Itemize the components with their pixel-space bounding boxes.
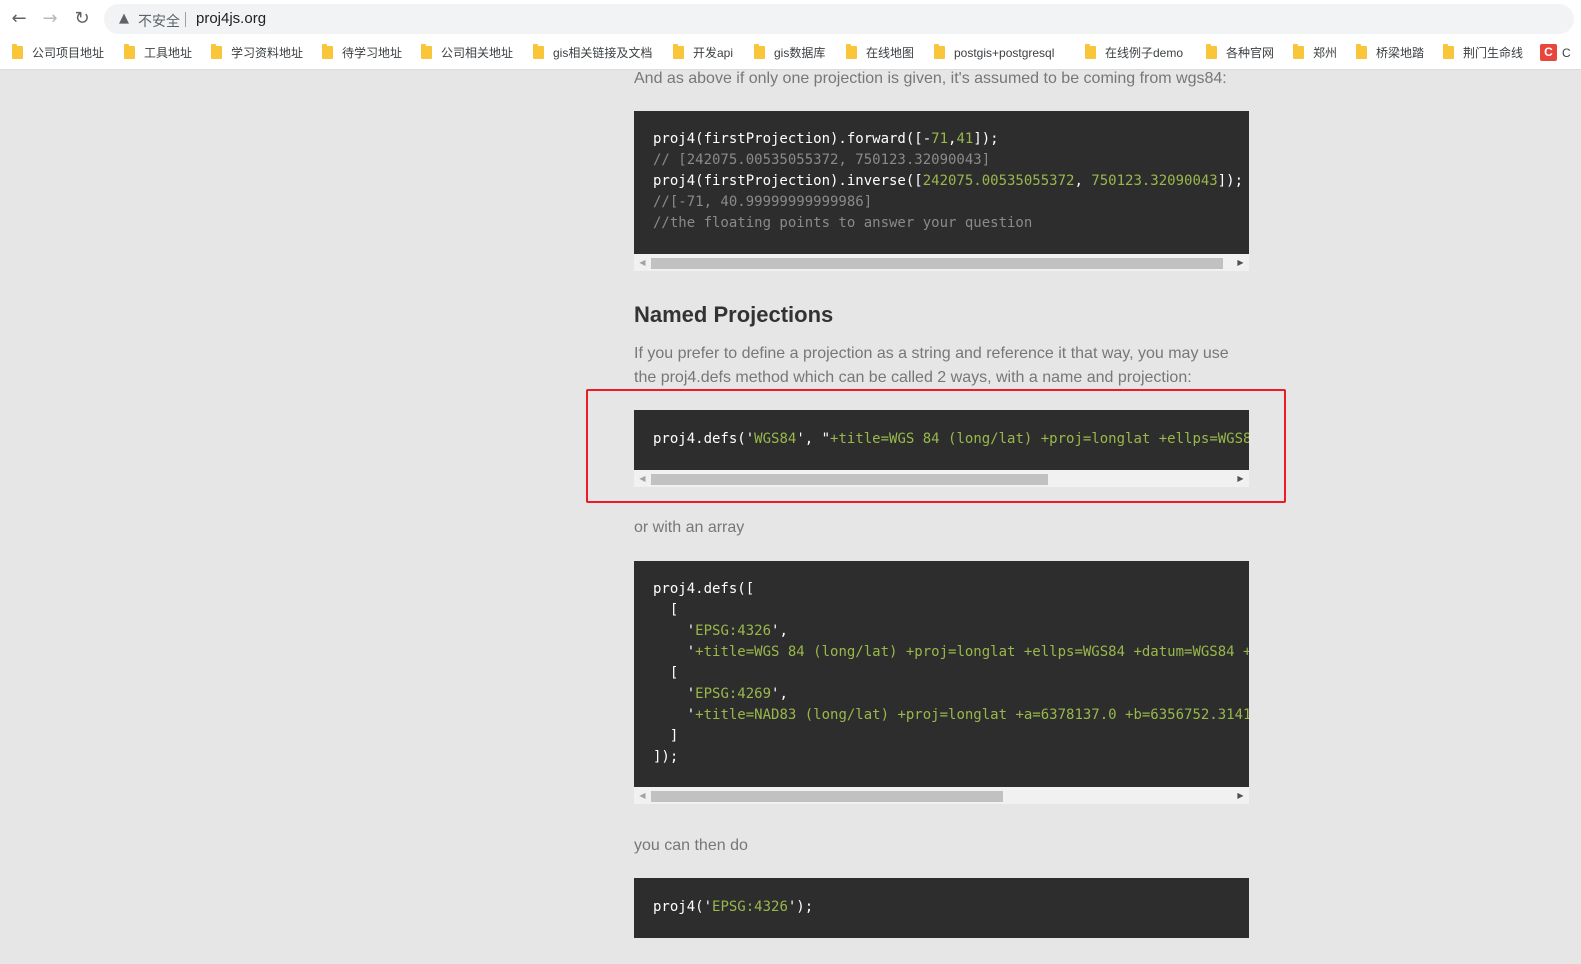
bookmark-folder[interactable]: 待学习地址 [322, 44, 402, 62]
folder-icon [211, 44, 222, 59]
code-text: proj4(firstProjection).forward([-71,41])… [653, 131, 1244, 231]
bookmark-folder[interactable]: 在线地图 [846, 44, 914, 62]
url-text[interactable]: proj4js.org [196, 10, 266, 27]
folder-icon [322, 44, 333, 59]
scrollbar-thumb[interactable] [651, 258, 1223, 269]
array-paragraph: or with an array [634, 519, 745, 536]
folder-icon [846, 44, 857, 59]
section-heading: Named Projections [634, 302, 834, 327]
bookmark-folder[interactable]: gis数据库 [754, 44, 825, 62]
code-text: proj4.defs([ [ 'EPSG:4326', '+title=WGS … [653, 581, 1249, 765]
code-text: proj4('EPSG:4326'); [653, 899, 814, 915]
horizontal-scrollbar[interactable]: ◀ ▶ [634, 254, 1249, 271]
warning-icon[interactable]: ▲ [116, 11, 132, 27]
bookmark-folder[interactable]: gis相关链接及文档 [533, 44, 652, 62]
folder-icon [12, 44, 23, 59]
code-block-forward-inverse: proj4(firstProjection).forward([-71,41])… [634, 111, 1249, 254]
bookmark-folder[interactable]: 工具地址 [124, 44, 192, 62]
reload-icon[interactable]: ↻ [72, 9, 92, 29]
bookmark-folder[interactable]: postgis+postgresql [934, 44, 1054, 62]
folder-icon [1085, 44, 1096, 59]
back-icon[interactable]: ← [9, 9, 29, 29]
folder-icon [934, 44, 945, 59]
bookmarks-bar: 公司项目地址 工具地址 学习资料地址 待学习地址 公司相关地址 gis相关链接及… [0, 38, 1581, 70]
browser-toolbar: ← → ↻ ▲ 不安全 proj4js.org [0, 0, 1581, 38]
bookmark-folder[interactable]: 桥梁地踏 [1356, 44, 1424, 62]
then-paragraph: you can then do [634, 837, 748, 854]
bookmark-folder[interactable]: 公司项目地址 [12, 44, 104, 62]
security-label[interactable]: 不安全 [138, 11, 180, 31]
bookmark-folder[interactable]: 在线例子demo [1085, 44, 1183, 62]
forward-icon[interactable]: → [40, 9, 60, 29]
named-projections-paragraph: If you prefer to define a projection as … [634, 345, 1229, 386]
scroll-right-icon[interactable]: ▶ [1232, 254, 1249, 271]
divider [185, 12, 186, 27]
folder-icon [1356, 44, 1367, 59]
horizontal-scrollbar[interactable]: ◀ ▶ [634, 787, 1249, 804]
scroll-left-icon[interactable]: ◀ [634, 254, 651, 271]
folder-icon [673, 44, 684, 59]
folder-icon [1293, 44, 1304, 59]
folder-icon [533, 44, 544, 59]
highlight-annotation [586, 389, 1286, 503]
bookmark-folder[interactable]: 郑州 [1293, 44, 1337, 62]
intro-paragraph: And as above if only one projection is g… [634, 70, 1227, 87]
scroll-left-icon[interactable]: ◀ [634, 787, 651, 804]
scroll-right-icon[interactable]: ▶ [1232, 787, 1249, 804]
address-bar[interactable]: ▲ 不安全 proj4js.org [104, 4, 1574, 34]
bookmark-favicon-icon[interactable]: C [1540, 44, 1557, 61]
bookmark-folder[interactable]: 学习资料地址 [211, 44, 303, 62]
bookmark-link[interactable]: C [1562, 44, 1571, 62]
folder-icon [1206, 44, 1217, 59]
bookmark-folder[interactable]: 各种官网 [1206, 44, 1274, 62]
folder-icon [1443, 44, 1454, 59]
bookmark-folder[interactable]: 公司相关地址 [421, 44, 513, 62]
bookmark-folder[interactable]: 开发api [673, 44, 733, 62]
scrollbar-thumb[interactable] [651, 791, 1003, 802]
code-block-defs-array: proj4.defs([ [ 'EPSG:4326', '+title=WGS … [634, 561, 1249, 787]
folder-icon [754, 44, 765, 59]
bookmark-folder[interactable]: 荆门生命线 [1443, 44, 1523, 62]
folder-icon [124, 44, 135, 59]
code-block-usage: proj4('EPSG:4326'); [634, 878, 1249, 938]
folder-icon [421, 44, 432, 59]
